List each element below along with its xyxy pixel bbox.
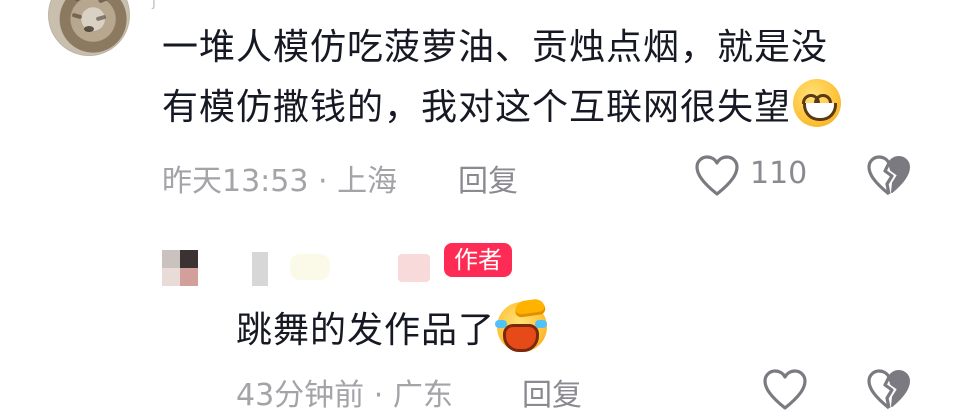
author-badge: 作者 — [444, 243, 512, 277]
heart-icon[interactable] — [762, 368, 808, 412]
reply-text: 跳舞的发作品了 — [236, 310, 496, 351]
meta-dot: · — [373, 378, 384, 413]
reply-button[interactable]: 回复 — [522, 370, 582, 414]
broken-heart-icon[interactable] — [866, 154, 912, 198]
comment-location: 上海 — [337, 164, 398, 199]
comment-time: 昨天13:53 — [162, 164, 309, 199]
reply-time: 43分钟前 — [236, 378, 365, 413]
comment-line-2-wrap: 有模仿撒钱的，我对这个互联网很失望 — [162, 78, 922, 138]
broken-heart-icon[interactable] — [866, 368, 912, 412]
meta-dot: · — [318, 164, 328, 199]
blurred-name-block — [290, 254, 330, 280]
reply-button[interactable]: 回复 — [458, 156, 518, 200]
comment-line-1: 一堆人模仿吃菠萝油、贡烛点烟，就是没 — [162, 27, 829, 68]
comment-meta: 昨天13:53 · 上海 — [162, 156, 397, 200]
crying-laughing-facepalm-emoji — [495, 297, 548, 352]
commenter-avatar[interactable] — [48, 0, 130, 56]
reply-meta: 43分钟前 · 广东 — [236, 370, 453, 414]
blurred-name-block — [252, 252, 268, 286]
reply-location: 广东 — [392, 378, 453, 413]
grinning-sweat-emoji — [793, 79, 842, 127]
reply-avatar[interactable] — [162, 250, 218, 286]
blurred-name-block — [398, 254, 430, 282]
heart-icon[interactable] — [694, 154, 740, 198]
comment-line-2: 有模仿撒钱的，我对这个互联网很失望 — [162, 87, 792, 128]
reply-text-wrap: 跳舞的发作品了 — [236, 297, 548, 356]
comment-text: 一堆人模仿吃菠萝油、贡烛点烟，就是没 有模仿撒钱的，我对这个互联网很失望 — [162, 18, 922, 138]
commenter-name-fragment: j — [152, 0, 156, 10]
like-count: 110 — [750, 156, 808, 191]
